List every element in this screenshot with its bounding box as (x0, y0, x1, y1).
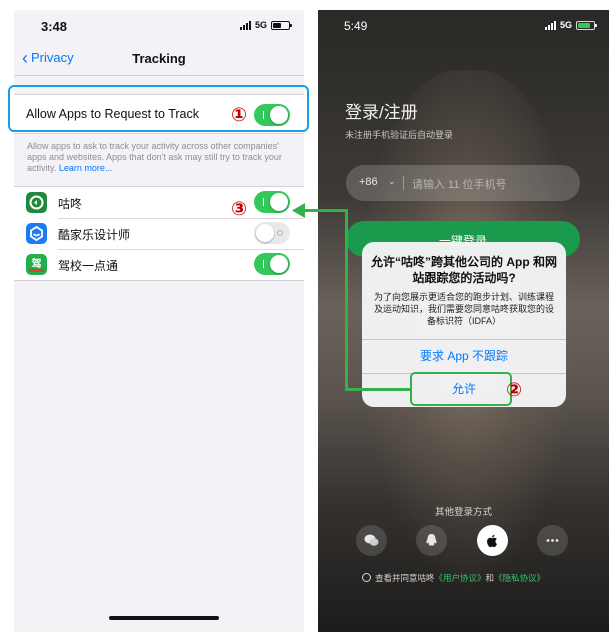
step-3-marker: ③ (231, 198, 248, 220)
status-bar: 5:49 5G (318, 10, 609, 42)
agree-radio[interactable] (362, 573, 371, 582)
allow-tracking-highlight (8, 85, 309, 132)
alert-title: 允许“咕咚”跨其他公司的 App 和网站跟踪您的活动吗? (371, 255, 557, 285)
phone-placeholder: 请输入 11 位手机号 (412, 179, 507, 191)
wechat-icon[interactable] (356, 525, 387, 556)
chevron-down-icon: ⌄ (388, 176, 396, 186)
login-subtitle: 未注册手机验证后自动登录 (345, 130, 454, 140)
battery-icon (271, 20, 292, 30)
country-code[interactable]: +86 (359, 176, 378, 188)
alert-message: 为了向您展示更适合您的跑步计划、训练课程及运动知识，我们需要您同意咕咚获取您的设… (374, 292, 555, 326)
page-title: Tracking (132, 51, 186, 66)
app-row-gudong: 咕咚 (14, 187, 304, 218)
other-login-label: 其他登录方式 (434, 507, 492, 518)
login-title: 登录/注册 (345, 103, 418, 122)
navigation-bar: ‹ Privacy Tracking (14, 42, 304, 76)
svg-text:驾: 驾 (31, 257, 42, 270)
app-list: 咕咚 酷家乐设计师 驾 驾校一点通 (14, 186, 304, 281)
learn-more-link[interactable]: Learn more... (59, 163, 113, 173)
network-type: 5G (254, 20, 267, 30)
jiaxiao-tracking-toggle[interactable] (254, 253, 290, 275)
apple-icon[interactable] (477, 525, 508, 556)
jiaxiao-app-icon: 驾 (26, 254, 47, 275)
app-name: 咕咚 (58, 197, 83, 211)
home-indicator (109, 616, 219, 620)
signal-icon (239, 20, 251, 30)
qq-icon[interactable] (416, 525, 447, 556)
app-name: 酷家乐设计师 (58, 228, 131, 242)
allow-button-highlight (410, 372, 512, 406)
kujiale-app-icon (26, 223, 47, 244)
user-agreement-link[interactable]: 《用户协议》 (435, 573, 486, 583)
kujiale-tracking-toggle[interactable] (254, 222, 290, 244)
comparison-screenshot: 3:48 5G ‹ Privacy Tracking Allow Apps to… (0, 0, 615, 638)
gudong-login-screen: 5:49 5G 登录/注册 未注册手机验证后自动登录 +86 ⌄ 请输入 11 … (318, 10, 609, 632)
step-1-marker: ① (231, 104, 248, 126)
battery-charging-icon (576, 20, 597, 30)
phone-number-input[interactable]: +86 ⌄ 请输入 11 位手机号 (346, 165, 580, 201)
app-name: 驾校一点通 (58, 259, 119, 273)
tracking-footer-note: Allow apps to ask to track your activity… (27, 141, 282, 173)
agreement-line: 查看并同意咕咚《用户协议》和《隐私协议》 (362, 572, 545, 584)
gudong-tracking-toggle[interactable] (254, 191, 290, 213)
arrow-head-icon (292, 203, 305, 218)
privacy-policy-link[interactable]: 《隐私协议》 (494, 573, 545, 583)
network-type: 5G (559, 20, 572, 30)
signal-icon (544, 20, 556, 30)
status-time: 5:49 (344, 19, 368, 33)
app-row-jiaxiao: 驾 驾校一点通 (14, 249, 304, 280)
step-2-marker: ② (506, 379, 523, 401)
status-bar: 3:48 5G (14, 10, 304, 42)
app-row-kujiale: 酷家乐设计师 (14, 218, 304, 249)
more-icon[interactable] (537, 525, 568, 556)
status-time: 3:48 (41, 19, 68, 34)
ask-not-track-button[interactable]: 要求 App 不跟踪 (362, 340, 566, 373)
gudong-app-icon (26, 192, 47, 213)
